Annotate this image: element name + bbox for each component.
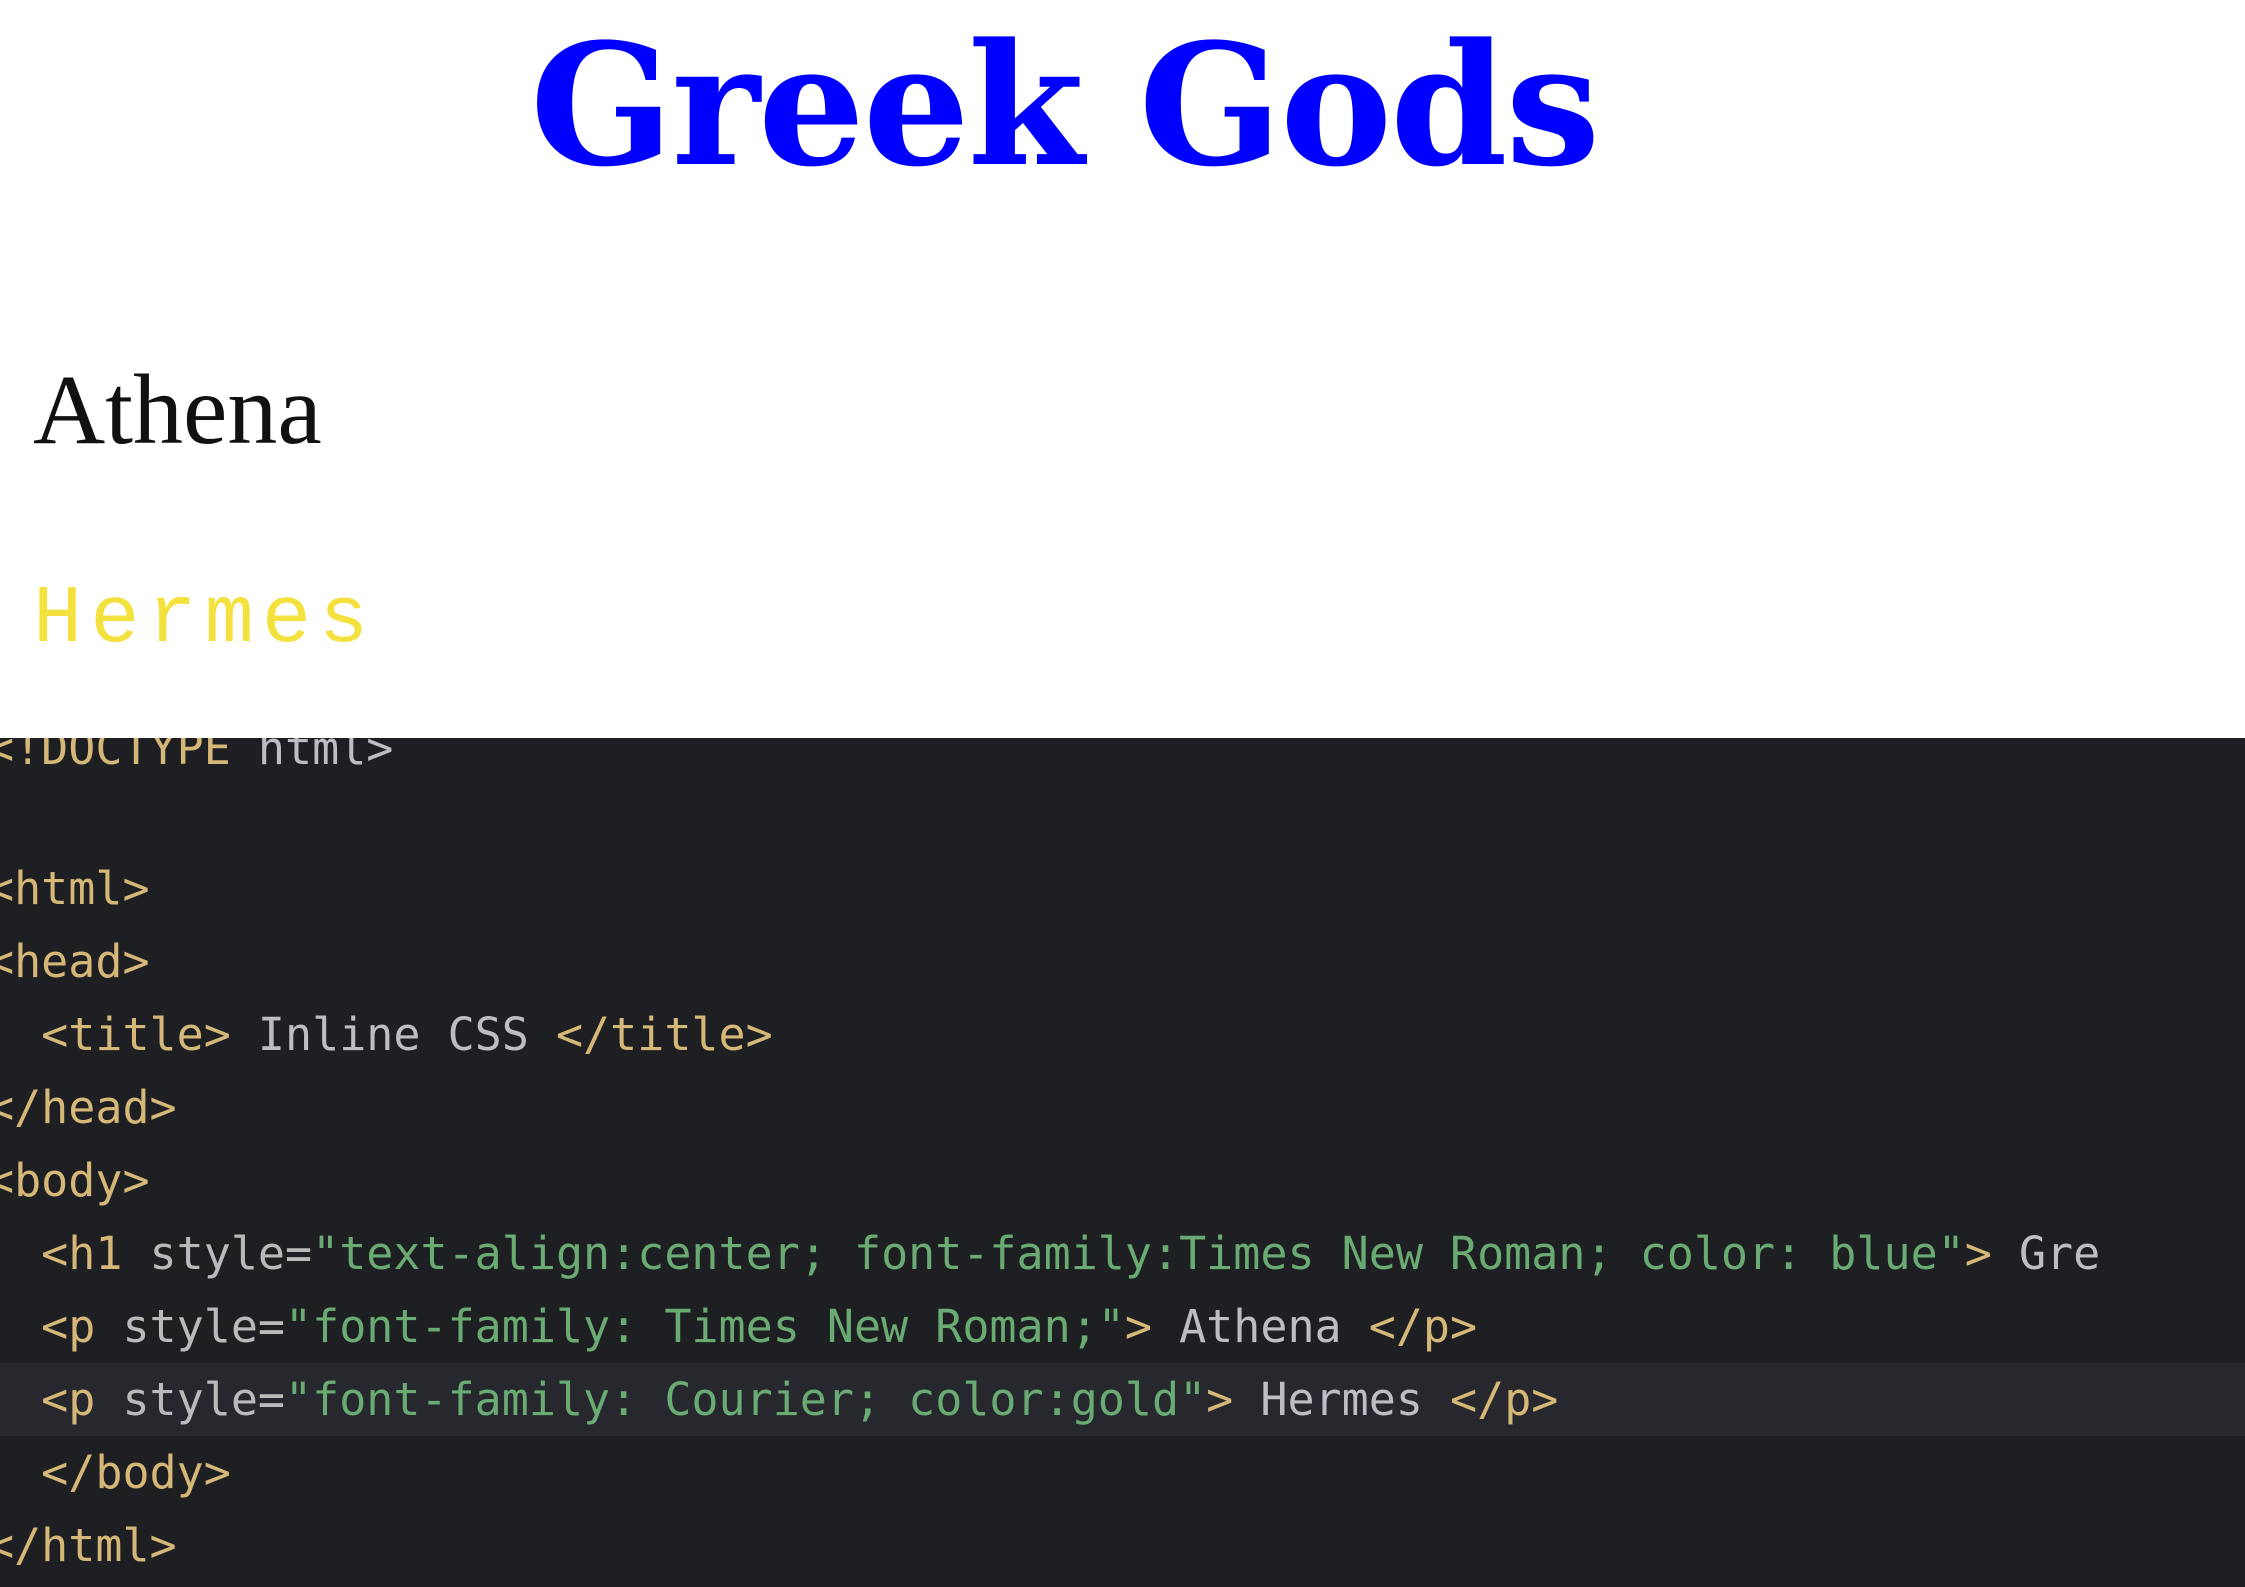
title-close-tag: </title> <box>555 1008 773 1061</box>
code-editor[interactable]: <!DOCTYPE html> <html> <head> <title> In… <box>0 738 2245 1587</box>
code-line-body-open: <body> <box>0 1144 2245 1217</box>
greek-gods-heading: Greek Gods <box>530 6 1600 204</box>
h1-text: Gre <box>1991 1227 2101 1280</box>
p2-style-attr: style= <box>95 1373 286 1426</box>
code-line-html-close: </html> <box>0 1509 2245 1582</box>
p1-style-value: "font-family: Times New Roman;" <box>285 1300 1125 1353</box>
doctype-token: <!DOCTYPE <box>0 738 231 775</box>
body-close-tag: </body> <box>0 1446 231 1499</box>
code-line-head-close: </head> <box>0 1071 2245 1144</box>
html-open-tag: <html> <box>0 862 150 915</box>
p1-open-tag: <p <box>41 1300 96 1353</box>
rendered-preview: Greek Gods Athena Hermes <box>0 0 2245 738</box>
p2-close-tag: </p> <box>1450 1373 1559 1426</box>
p1-close-tag: </p> <box>1368 1300 1478 1353</box>
code-line-doctype: <!DOCTYPE html> <box>0 738 2245 785</box>
doctype-rest-token: html> <box>230 738 394 775</box>
body-open-tag: <body> <box>0 1154 150 1207</box>
page: Greek Gods Athena Hermes <!DOCTYPE html>… <box>0 0 2245 1587</box>
p1-style-attr: style= <box>95 1300 286 1353</box>
title-open-tag: <title> <box>0 1008 231 1061</box>
code-line-body-close: </body> <box>0 1436 2245 1509</box>
h1-style-attr: style= <box>122 1227 313 1280</box>
hermes-paragraph: Hermes <box>33 573 377 666</box>
h1-style-value: "text-align:center; font-family:Times Ne… <box>312 1227 1965 1280</box>
p2-style-value: "font-family: Courier; color:gold" <box>285 1373 1207 1426</box>
title-text: Inline CSS <box>230 1008 556 1061</box>
code-line-title: <title> Inline CSS </title> <box>0 998 2245 1071</box>
p1-text: Athena <box>1152 1300 1369 1353</box>
athena-paragraph: Athena <box>33 354 322 465</box>
p2-text: Hermes <box>1233 1373 1451 1426</box>
code-line-p-hermes-current: <p style="font-family: Courier; color:go… <box>0 1363 2245 1436</box>
head-open-tag: <head> <box>0 935 150 988</box>
head-close-tag: </head> <box>0 1081 177 1134</box>
html-close-tag: </html> <box>0 1519 177 1572</box>
code-line-p-athena: <p style="font-family: Times New Roman;"… <box>0 1290 2245 1363</box>
code-line-head-open: <head> <box>0 925 2245 998</box>
p2-open-tag: <p <box>41 1373 96 1426</box>
code-line-html-open: <html> <box>0 852 2245 925</box>
h1-gt: > <box>1964 1227 1992 1280</box>
p1-gt: > <box>1124 1300 1152 1353</box>
p2-gt: > <box>1206 1373 1234 1426</box>
code-line-h1: <h1 style="text-align:center; font-famil… <box>0 1217 2245 1290</box>
h1-open-tag: <h1 <box>0 1227 123 1280</box>
